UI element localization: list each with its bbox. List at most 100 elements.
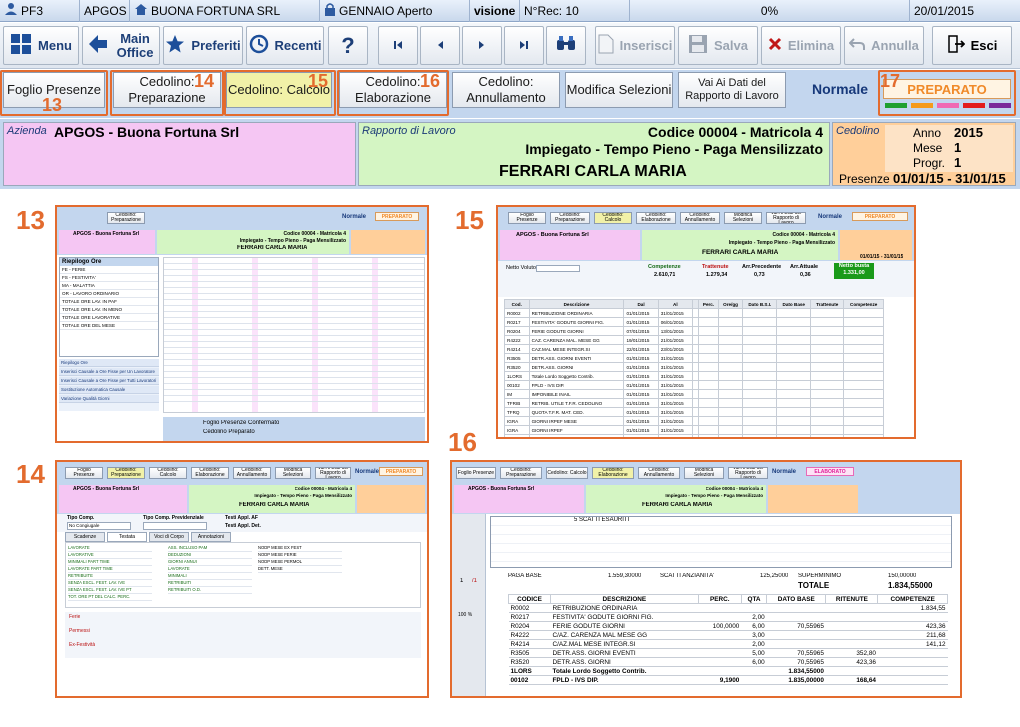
mini-table-cell: [810, 425, 845, 435]
mini-netto-busta: Netto busta 1.331,00: [834, 263, 874, 279]
mini-table-cell: C/AZ.MAL MESE INTEGR.SI: [550, 639, 699, 649]
next-record-button[interactable]: [462, 26, 502, 65]
mini-table-cell: 423,36: [825, 657, 878, 667]
mini-table-cell: [698, 362, 719, 372]
mini-table-cell: 01/01/2015: [623, 317, 659, 327]
mini-status-badge: ELABORATO: [806, 467, 854, 476]
mini-table-cell: [810, 380, 845, 390]
cedolino-caption: Cedolino: [836, 125, 880, 137]
mini-table-cell: [810, 398, 845, 408]
callout-15: 15: [308, 71, 329, 91]
last-icon: [519, 37, 529, 55]
preferiti-button[interactable]: Preferiti: [163, 26, 243, 65]
mini-table-cell: IGRA: [504, 425, 530, 435]
mini-table-cell: 01/01/2015: [623, 380, 659, 390]
mini-azienda-text: APGOS - Buona Fortuna Srl: [516, 232, 589, 238]
inserisci-label: Inserisci: [619, 38, 673, 53]
company-name: BUONA FORTUNA SRL: [151, 4, 281, 18]
mini-table-cell: 31/01/2015: [657, 308, 693, 318]
mini-table-cell: Reddito Presunto: [528, 434, 625, 437]
mini-cedolino: [768, 485, 858, 513]
preview-cedolino-preparazione: Foglio Presenze Cedolino: Preparazione C…: [55, 460, 429, 698]
mini-table-cell: [766, 630, 826, 640]
mini-table-cell: [741, 666, 767, 676]
elimina-button[interactable]: Elimina: [761, 26, 841, 65]
mini-ore-row: MINIMALI: [168, 573, 252, 580]
mini-cedolino: [351, 230, 425, 254]
mini-table-cell: R4214: [504, 344, 530, 354]
mini-table-row: R3505 DETR.ASS. GIORNI EVENTI 5,00 70,55965…: [508, 648, 948, 658]
exit-door-icon: [947, 35, 965, 56]
mini-cedolino: 01/01/15 - 31/01/15: [840, 230, 912, 260]
mini-ore-row: RETRIBUITI O.D.: [168, 587, 252, 594]
mini-table-header-cell: Al: [657, 299, 693, 309]
callout-13-large: 13: [16, 205, 45, 235]
mini-table-cell: [698, 612, 742, 622]
mini-table-cell: [776, 389, 812, 399]
prev-record-button[interactable]: [420, 26, 460, 65]
mini-table-cell: RETRIBUZIONE ORDINARIA: [550, 603, 699, 613]
mini-table-cell: 22/01/2015: [623, 344, 659, 354]
help-button[interactable]: ?: [328, 26, 368, 65]
mini-table-cell: 01/01/2015: [623, 416, 659, 426]
search-button[interactable]: [546, 26, 586, 65]
mini-info: APGOS - Buona Fortuna Srl Codice 00004 -…: [498, 229, 914, 261]
mini-riepilogo-row: MA - MALATTIA: [60, 282, 158, 290]
mini-table-cell: [843, 371, 884, 381]
lock-icon: [324, 1, 336, 23]
mini-presenze: 01/01/15 - 31/01/15: [860, 254, 904, 260]
salva-button[interactable]: Salva: [678, 26, 758, 65]
last-record-button[interactable]: [504, 26, 544, 65]
first-record-button[interactable]: [378, 26, 418, 65]
mini-table-cell: DETR.ASS. GIORNI EVENTI: [550, 648, 699, 658]
mini-table-cell: [776, 398, 812, 408]
mini-tab-vai: Vai Ai Dati del Rapporto di Lavoro: [766, 212, 806, 224]
mini-subtab: Annotazioni: [191, 532, 231, 542]
mini-table-cell: [810, 344, 845, 354]
mini-table-cell: [825, 621, 878, 631]
mini-table-cell: [698, 666, 742, 676]
mini-info: APGOS - Buona Fortuna Srl Codice 00004 -…: [452, 484, 960, 514]
annulla-button[interactable]: Annulla: [844, 26, 924, 65]
tab-cedolino-annullamento[interactable]: Cedolino: Annullamento: [452, 72, 560, 108]
inserisci-button[interactable]: Inserisci: [595, 26, 675, 65]
mini-table-cell: CAZ.MAL MESE INTEGR.SI: [528, 344, 625, 354]
period-indicator: GENNAIO Aperto: [320, 0, 470, 22]
mini-status-badge: PREPARATO: [852, 212, 908, 221]
mini-ore-row: GIORNI ANNUI: [168, 559, 252, 566]
mini-arr-att-label: Arr.Attuale: [790, 264, 819, 270]
mini-ore-row: RETRIBUITE: [68, 573, 152, 580]
tab-vai-ai-dati[interactable]: Vai Ai Dati del Rapporto di Lavoro: [678, 72, 786, 108]
mini-table-cell: 9,1900: [698, 675, 742, 685]
mini-table-cell: 31/01/2015: [657, 371, 693, 381]
mode-indicator: visione: [470, 0, 520, 22]
mini-table-cell: [810, 434, 845, 437]
recenti-button[interactable]: Recenti: [246, 26, 324, 65]
preview-cedolino-elaborazione: Foglio Presenze Cedolino: Preparazione C…: [450, 460, 962, 698]
mini-table-cell: 01/01/2015: [623, 362, 659, 372]
callout-14: 14: [194, 71, 215, 91]
menu-button[interactable]: Menu: [3, 26, 79, 65]
main-office-button[interactable]: Main Office: [82, 26, 160, 65]
mini-table-cell: [776, 326, 812, 336]
info-strip: Azienda APGOS - Buona Fortuna Srl Rappor…: [0, 119, 1020, 189]
mini-table-cell: [843, 326, 884, 336]
mese-label: Mese: [913, 141, 943, 155]
mini-ore-row: LAVORATIVE: [68, 552, 152, 559]
mini-table-cell: 3,00: [741, 630, 767, 640]
mini-table-cell: [810, 353, 845, 363]
mini-ore-row: NODP MESE FERIE: [258, 552, 342, 559]
mini-employee-name: FERRARI CARLA MARIA: [239, 502, 310, 508]
tab-modifica-selezioni[interactable]: Modifica Selezioni: [565, 72, 673, 108]
esci-button[interactable]: Esci: [932, 26, 1012, 65]
mini-table-cell: [741, 675, 767, 685]
mini-table-cell: 31/01/2015: [657, 362, 693, 372]
mini-table-cell: [698, 603, 742, 613]
company-code: APGOS: [80, 0, 130, 22]
mini-ore-row: DETT. MESE: [258, 566, 342, 573]
mini-table-cell: [843, 434, 884, 437]
mini-table-cell: R3520: [508, 657, 551, 667]
mini-table-cell: [810, 317, 845, 327]
callout-15-large: 15: [455, 205, 484, 235]
mini-table-cell: R0002: [504, 308, 530, 318]
